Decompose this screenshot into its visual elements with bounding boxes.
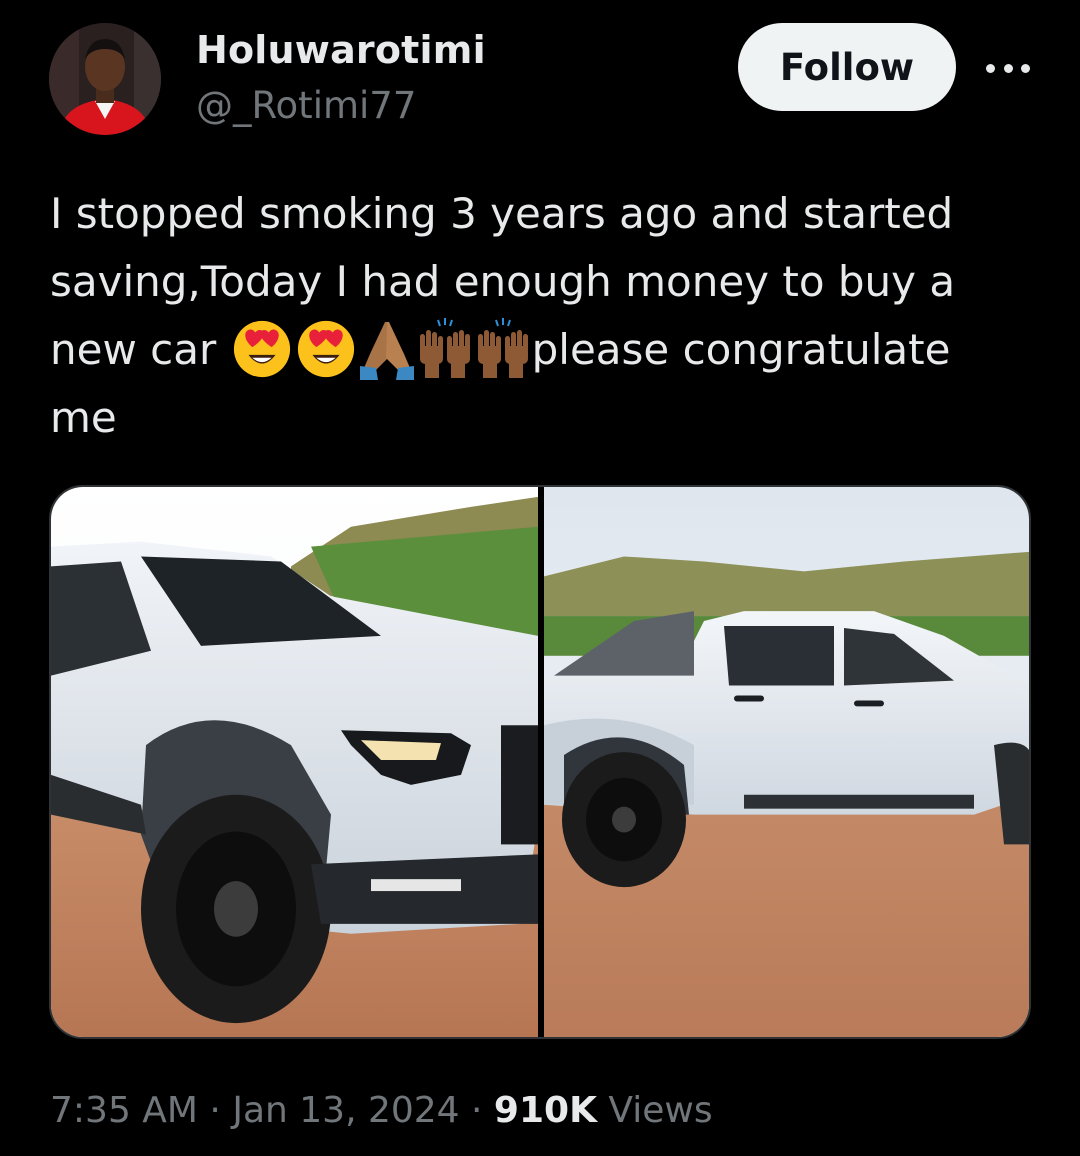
author-display-name[interactable]: Holuwarotimi — [196, 28, 486, 72]
meta-separator: · — [197, 1090, 233, 1131]
profile-photo — [49, 23, 161, 135]
tweet-text-segment: please congratulate — [531, 325, 951, 374]
tweet-line: me — [50, 393, 117, 442]
meta-separator: · — [459, 1090, 494, 1131]
tweet-line: saving,Today I had enough money to buy a — [50, 257, 956, 306]
tweet-date[interactable]: Jan 13, 2024 — [232, 1090, 459, 1131]
ellipsis-dot — [1021, 63, 1030, 73]
raising-hands-emoji — [416, 317, 474, 380]
heart-eyes-emoji — [230, 318, 294, 380]
raising-hands-emoji — [474, 317, 532, 380]
author-handle[interactable]: @_Rotimi77 — [196, 84, 416, 127]
ellipsis-icon[interactable] — [980, 50, 1036, 86]
white-pickup-truck-front-photo[interactable] — [51, 487, 538, 1037]
folded-hands-emoji — [358, 318, 416, 380]
ellipsis-dot — [1003, 63, 1013, 73]
tweet-line: new car please congratulate — [50, 316, 1030, 384]
author-avatar[interactable] — [49, 23, 161, 135]
ellipsis-dot — [986, 63, 995, 73]
follow-button[interactable]: Follow — [738, 23, 956, 111]
tweet-meta: 7:35 AM · Jan 13, 2024 · 910K Views — [50, 1090, 713, 1131]
white-pickup-truck-side-photo[interactable] — [544, 487, 1029, 1037]
tweet-time[interactable]: 7:35 AM — [50, 1090, 198, 1131]
views-count: 910K — [493, 1090, 597, 1131]
tweet-text: I stopped smoking 3 years ago and starte… — [50, 180, 1030, 452]
tweet-text-segment: new car — [50, 325, 230, 374]
views-label: Views — [596, 1090, 713, 1131]
tweet-line: I stopped smoking 3 years ago and starte… — [50, 189, 954, 238]
tweet-media — [49, 485, 1031, 1039]
heart-eyes-emoji — [294, 318, 358, 380]
